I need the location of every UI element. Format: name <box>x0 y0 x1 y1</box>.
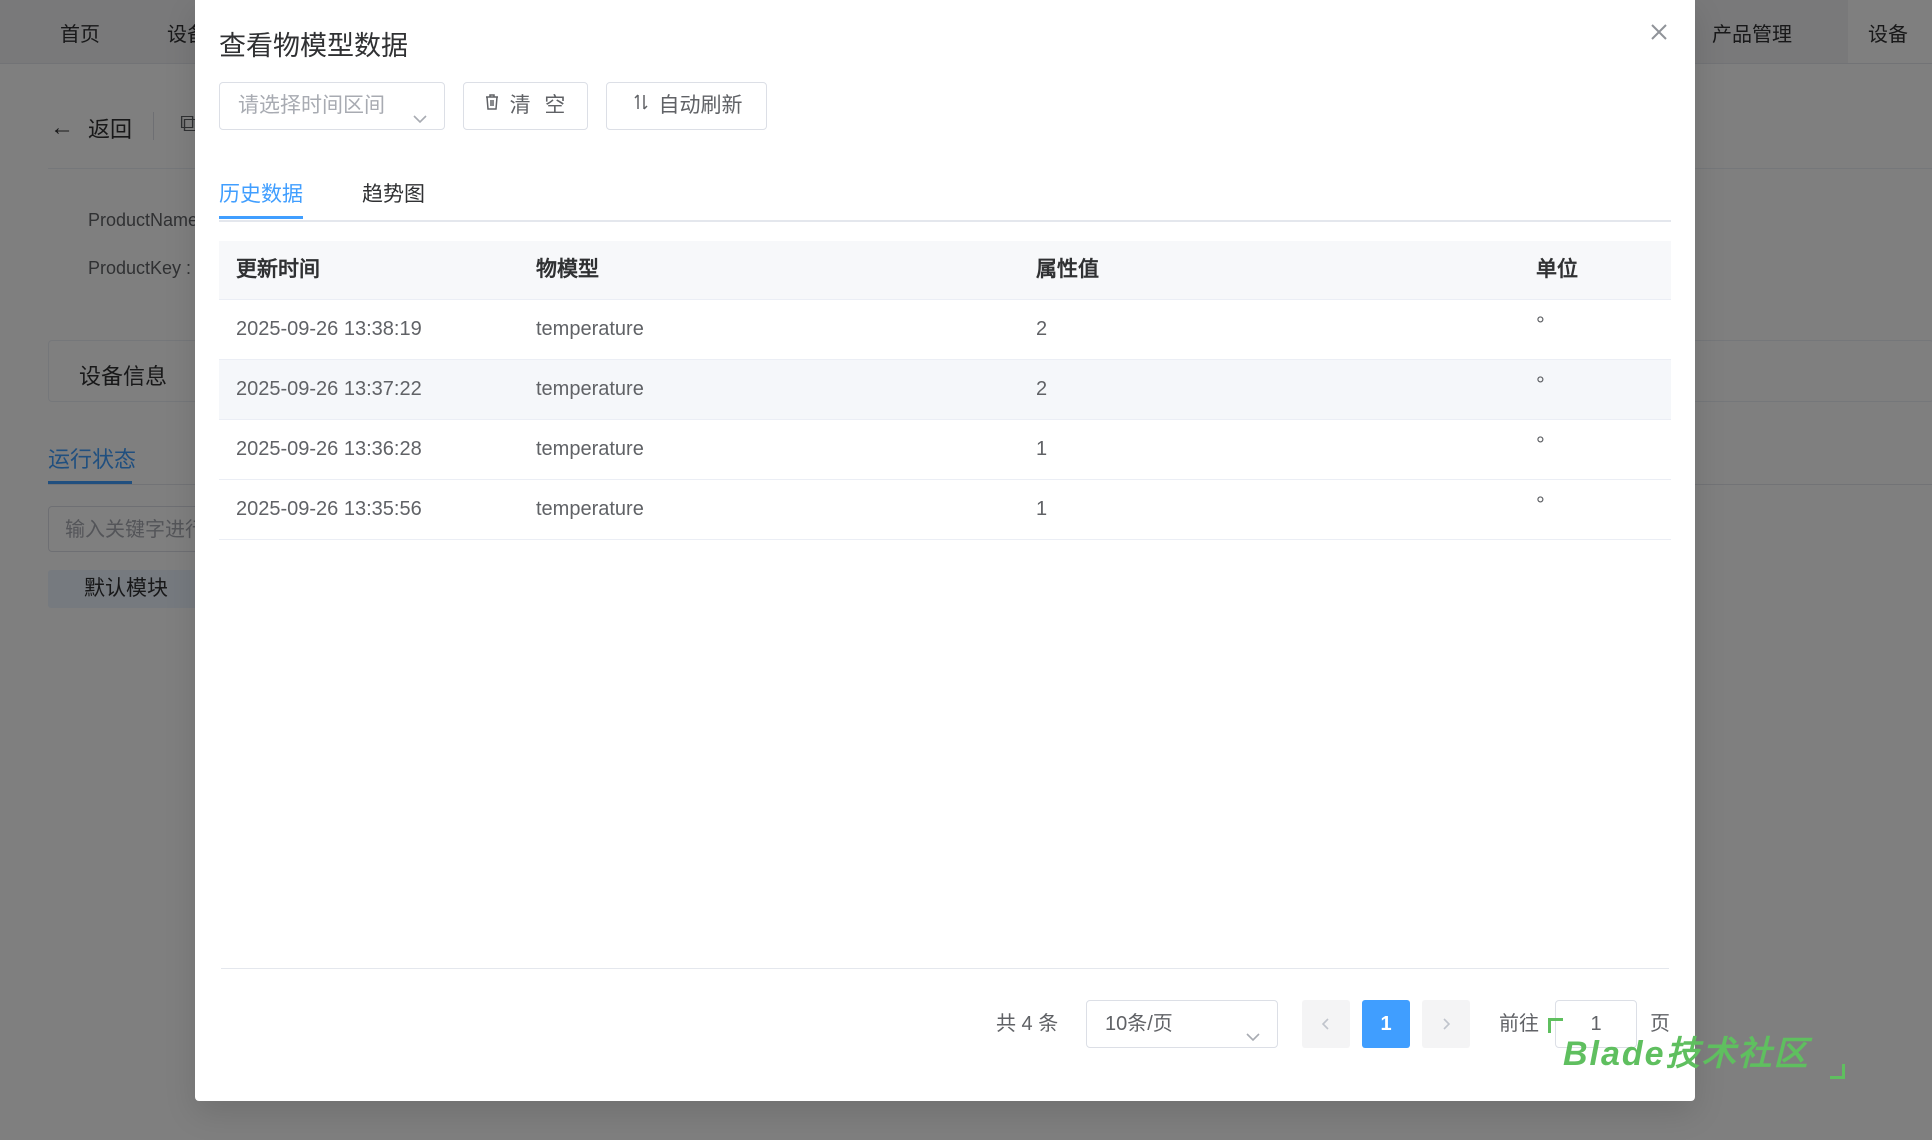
cell-unit: ° <box>1536 372 1545 397</box>
cell-unit: ° <box>1536 492 1545 517</box>
cell-update-time: 2025-09-26 13:36:28 <box>236 438 422 460</box>
goto-label: 前往 <box>1499 1013 1539 1035</box>
pagination-total: 共 4 条 <box>996 1013 1059 1035</box>
cell-thing-model: temperature <box>536 318 644 340</box>
cell-update-time: 2025-09-26 13:38:19 <box>236 318 422 340</box>
auto-refresh-label: 自动刷新 <box>658 94 743 117</box>
thing-model-data-dialog: 查看物模型数据 请选择时间区间 清 空 自动刷新 历史数据 趋势图 更新时间 物… <box>195 0 1695 1101</box>
cell-thing-model: temperature <box>536 378 644 400</box>
column-header-thing-model: 物模型 <box>536 258 599 281</box>
cell-thing-model: temperature <box>536 438 644 460</box>
history-data-table: 更新时间 物模型 属性值 单位 2025-09-26 13:38:19 temp… <box>219 241 1671 540</box>
cell-property-value: 2 <box>1036 378 1048 400</box>
page-number-current[interactable]: 1 <box>1362 1000 1410 1048</box>
table-row[interactable]: 2025-09-26 13:37:22 temperature 2 ° <box>219 360 1671 420</box>
watermark-corner <box>1830 1064 1845 1079</box>
cell-property-value: 2 <box>1036 318 1048 340</box>
chevron-left-icon <box>1321 1018 1329 1030</box>
cell-unit: ° <box>1536 312 1545 337</box>
time-range-select[interactable]: 请选择时间区间 <box>219 82 445 130</box>
next-page-button[interactable] <box>1422 1000 1470 1048</box>
chevron-right-icon <box>1443 1018 1451 1030</box>
tab-trend-chart[interactable]: 趋势图 <box>362 178 425 208</box>
column-header-unit: 单位 <box>1536 258 1578 281</box>
sort-arrows-icon <box>631 83 651 129</box>
watermark: Blade技术社区 <box>1563 1035 1810 1073</box>
table-header: 更新时间 物模型 属性值 单位 <box>219 241 1671 300</box>
page-size-select[interactable]: 10条/页 <box>1086 1000 1278 1048</box>
table-row[interactable]: 2025-09-26 13:38:19 temperature 2 ° <box>219 300 1671 360</box>
cell-thing-model: temperature <box>536 498 644 520</box>
divider <box>221 968 1669 969</box>
close-icon[interactable] <box>1645 18 1673 46</box>
column-header-update-time: 更新时间 <box>236 258 320 281</box>
cell-property-value: 1 <box>1036 438 1048 460</box>
cell-property-value: 1 <box>1036 498 1048 520</box>
chevron-down-icon <box>412 98 428 124</box>
table-row[interactable]: 2025-09-26 13:36:28 temperature 1 ° <box>219 420 1671 480</box>
chevron-down-icon <box>1245 1016 1261 1042</box>
prev-page-button[interactable] <box>1302 1000 1350 1048</box>
tab-history-data[interactable]: 历史数据 <box>219 178 303 208</box>
time-range-placeholder: 请选择时间区间 <box>238 94 385 117</box>
watermark-corner <box>1548 1018 1563 1033</box>
tab-active-indicator <box>219 216 303 219</box>
cell-update-time: 2025-09-26 13:35:56 <box>236 498 422 520</box>
dialog-title: 查看物模型数据 <box>219 31 408 61</box>
auto-refresh-button[interactable]: 自动刷新 <box>606 82 767 130</box>
cell-unit: ° <box>1536 432 1545 457</box>
page-size-value: 10条/页 <box>1105 1013 1173 1035</box>
data-tabs: 历史数据 趋势图 <box>219 172 1671 222</box>
trash-icon <box>482 83 502 129</box>
cell-update-time: 2025-09-26 13:37:22 <box>236 378 422 400</box>
clear-label: 清 空 <box>509 94 570 117</box>
table-row[interactable]: 2025-09-26 13:35:56 temperature 1 ° <box>219 480 1671 540</box>
clear-button[interactable]: 清 空 <box>463 82 588 130</box>
column-header-property-value: 属性值 <box>1036 258 1099 281</box>
